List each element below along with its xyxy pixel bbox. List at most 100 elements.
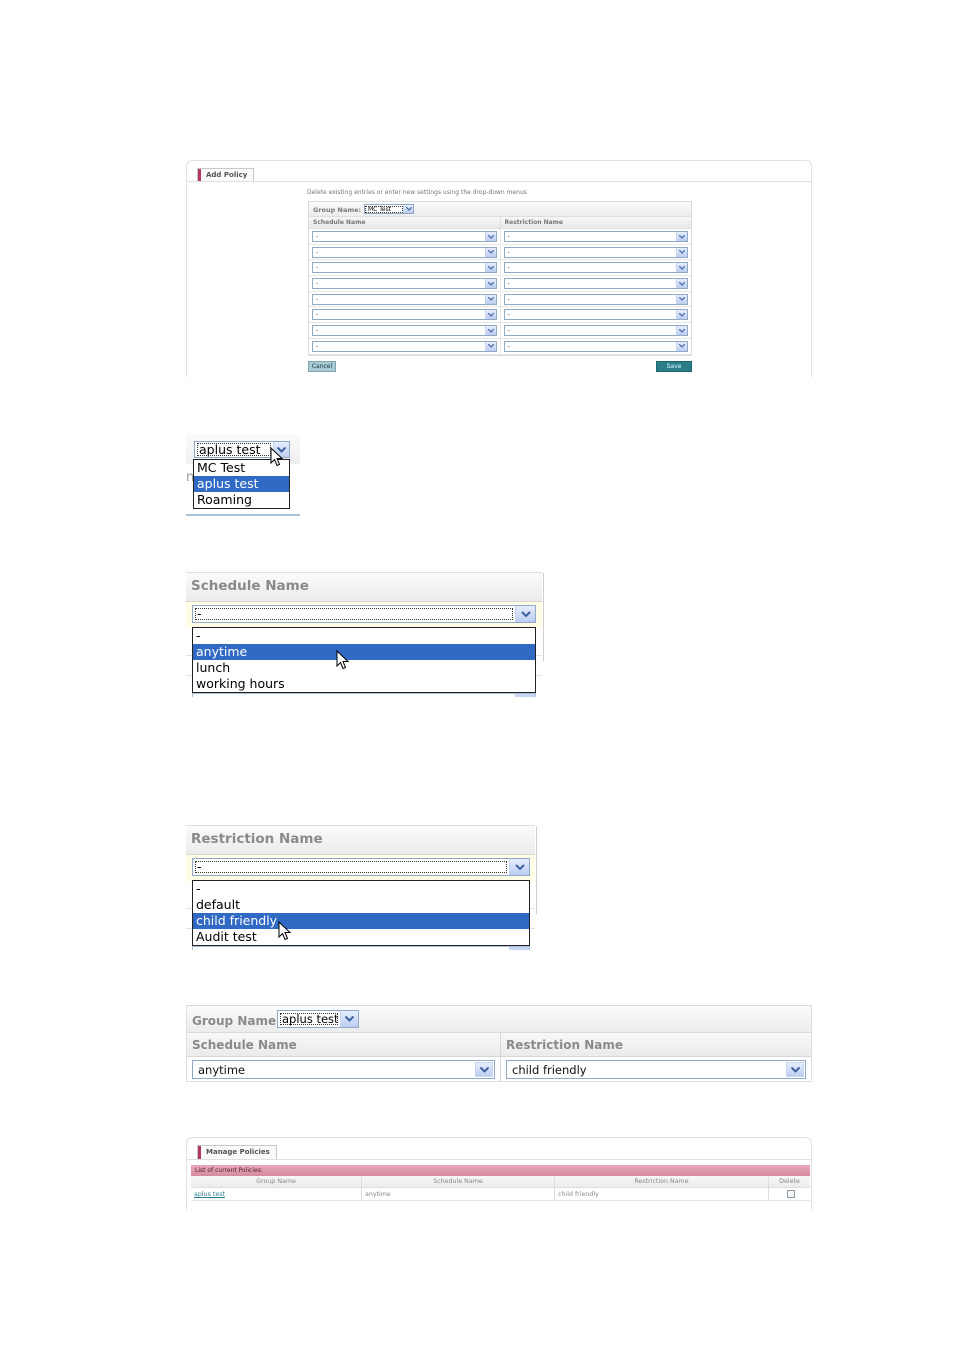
schedule-name-select[interactable]: - (192, 605, 536, 623)
restriction-name-value: - (194, 860, 508, 874)
group-name-value: MC Test (365, 205, 403, 213)
schedule-name-value: - (316, 311, 319, 319)
restriction-name-select[interactable]: - (192, 858, 530, 876)
chevron-down-icon[interactable] (676, 279, 687, 289)
restriction-cell: - (499, 291, 692, 307)
restriction-name-value: - (507, 295, 510, 303)
restriction-name-value: - (507, 327, 510, 335)
group-option[interactable]: Roaming (194, 492, 289, 508)
chevron-down-icon[interactable] (475, 1062, 493, 1077)
chevron-down-icon[interactable] (786, 1062, 804, 1077)
column-headers: Schedule Name Restriction Name (309, 217, 691, 229)
restriction-name-select[interactable]: child friendly (506, 1060, 806, 1079)
restriction-name-select[interactable]: - (503, 278, 688, 290)
tab-manage-policies[interactable]: Manage Policies (197, 1145, 277, 1159)
policies-list-title: List of current Policies: (191, 1165, 810, 1176)
mouse-cursor-icon (270, 447, 283, 467)
delete-checkbox[interactable] (787, 1190, 795, 1198)
restriction-option[interactable]: default (193, 897, 529, 913)
schedule-name-select[interactable]: - (312, 262, 497, 274)
chevron-down-icon[interactable] (484, 263, 496, 273)
schedule-name-cell: anytime (361, 1188, 554, 1200)
tab-divider (187, 181, 811, 182)
table-header: Group Name Schedule Name Restriction Nam… (191, 1176, 810, 1188)
schedule-option[interactable]: anytime (193, 644, 535, 660)
group-name-value: aplus test (196, 442, 272, 457)
schedule-name-select[interactable]: - (312, 246, 497, 258)
chevron-down-icon[interactable] (515, 606, 535, 622)
group-name-row: Group Name: MC Test (309, 202, 691, 217)
restriction-name-select[interactable]: - (503, 231, 688, 242)
restriction-name-value: child friendly (512, 1062, 587, 1077)
restriction-dropdown-screenshot: Restriction Name - - default child friendl… (186, 825, 537, 950)
group-name-label: Group Name: (192, 1014, 281, 1028)
chevron-down-icon[interactable] (484, 279, 496, 289)
restriction-name-select[interactable]: - (503, 309, 688, 321)
policy-row: -- (309, 229, 691, 245)
save-button[interactable]: Save (656, 361, 692, 372)
restriction-name-select[interactable]: - (503, 262, 688, 274)
restriction-name-select[interactable]: - (503, 325, 688, 337)
manage-policies-panel: Manage Policies List of current Policies… (186, 1137, 812, 1210)
group-name-link[interactable]: aplus test (191, 1188, 361, 1200)
schedule-name-select[interactable]: - (312, 309, 497, 321)
restriction-cell: - (499, 307, 692, 323)
chevron-down-icon[interactable] (484, 247, 496, 257)
restriction-cell: - (499, 323, 692, 338)
schedule-name-select[interactable]: - (312, 231, 497, 242)
column-header-schedule: Schedule Name (313, 219, 366, 226)
add-policy-panel: Add Policy Delete existing entries or en… (186, 160, 812, 377)
chevron-down-icon[interactable] (484, 232, 496, 241)
policies-table: List of current Policies: Group Name Sch… (191, 1165, 810, 1201)
restriction-option[interactable]: Audit test (193, 929, 529, 945)
selected-policy-form: Group Name: aplus test Schedule Name Res… (186, 1005, 812, 1082)
schedule-option[interactable]: - (193, 628, 535, 644)
schedule-option[interactable]: working hours (193, 676, 535, 692)
chevron-down-icon[interactable] (484, 294, 496, 304)
restriction-name-header: Restriction Name (186, 825, 537, 914)
schedule-name-select[interactable]: - (312, 325, 497, 337)
schedule-name-select[interactable]: - (312, 278, 497, 290)
restriction-name-select[interactable]: - (503, 340, 688, 352)
chevron-down-icon[interactable] (676, 326, 687, 336)
restriction-name-value: - (507, 248, 510, 256)
schedule-cell: - (309, 229, 500, 244)
policy-row: -- (309, 307, 692, 324)
restriction-cell: - (499, 244, 692, 260)
restriction-name-value: - (507, 342, 510, 350)
chevron-down-icon[interactable] (676, 341, 687, 351)
schedule-cell: - (309, 323, 500, 338)
schedule-name-header: Schedule Name (186, 572, 544, 661)
restriction-option[interactable]: - (193, 881, 529, 897)
chevron-down-icon[interactable] (340, 1011, 358, 1027)
chevron-down-icon[interactable] (676, 232, 687, 241)
schedule-name-select[interactable]: - (312, 293, 497, 305)
group-name-row: Group Name: aplus test (187, 1006, 811, 1033)
chevron-down-icon[interactable] (403, 205, 413, 213)
schedule-option[interactable]: lunch (193, 660, 535, 676)
group-name-select[interactable]: aplus test (277, 1010, 359, 1028)
restriction-option[interactable]: child friendly (193, 913, 529, 929)
chevron-down-icon[interactable] (676, 294, 687, 304)
restriction-name-select[interactable]: - (503, 246, 688, 258)
schedule-name-select[interactable]: - (312, 340, 497, 352)
chevron-down-icon[interactable] (484, 310, 496, 320)
chevron-down-icon[interactable] (676, 310, 687, 320)
chevron-down-icon[interactable] (509, 859, 529, 875)
column-header-restriction: Restriction Name (506, 1038, 623, 1052)
policy-row: -- (309, 338, 691, 355)
tab-add-policy[interactable]: Add Policy (197, 168, 255, 182)
policy-row: -- (309, 276, 691, 292)
group-name-select[interactable]: MC Test (364, 204, 414, 214)
restriction-name-value: - (507, 311, 510, 319)
chevron-down-icon[interactable] (484, 326, 496, 336)
column-header-delete: Delete (768, 1176, 810, 1187)
chevron-down-icon[interactable] (484, 341, 496, 351)
group-option[interactable]: aplus test (194, 476, 289, 492)
schedule-name-select[interactable]: anytime (192, 1060, 495, 1079)
chevron-down-icon[interactable] (676, 263, 687, 273)
restriction-cell: - (499, 260, 692, 276)
chevron-down-icon[interactable] (676, 247, 687, 257)
restriction-name-select[interactable]: - (503, 293, 688, 305)
cancel-button[interactable]: Cancel (308, 361, 336, 372)
